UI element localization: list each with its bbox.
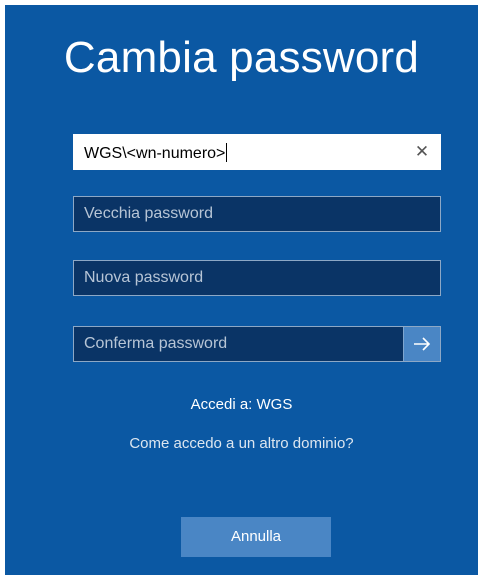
change-password-panel: Cambia password WGS\<wn-numero> ✕ Vecchi…	[5, 5, 478, 575]
confirm-password-placeholder: Conferma password	[84, 335, 228, 352]
cancel-button[interactable]: Annulla	[181, 517, 331, 557]
username-field[interactable]: WGS\<wn-numero> ✕	[73, 134, 441, 170]
other-domain-link[interactable]: Come accedo a un altro dominio?	[5, 435, 478, 452]
arrow-right-icon	[414, 337, 431, 351]
new-password-field[interactable]: Nuova password	[73, 260, 441, 296]
confirm-password-field[interactable]: Conferma password	[73, 326, 441, 362]
old-password-field[interactable]: Vecchia password	[73, 196, 441, 232]
username-value: WGS\<wn-numero>	[84, 143, 228, 162]
signin-domain-label: Accedi a: WGS	[190, 396, 293, 413]
new-password-placeholder: Nuova password	[84, 269, 204, 286]
close-icon[interactable]: ✕	[414, 142, 430, 162]
page-title: Cambia password	[63, 33, 420, 82]
old-password-placeholder: Vecchia password	[84, 205, 213, 222]
submit-button[interactable]	[403, 327, 440, 361]
text-caret	[226, 143, 228, 162]
